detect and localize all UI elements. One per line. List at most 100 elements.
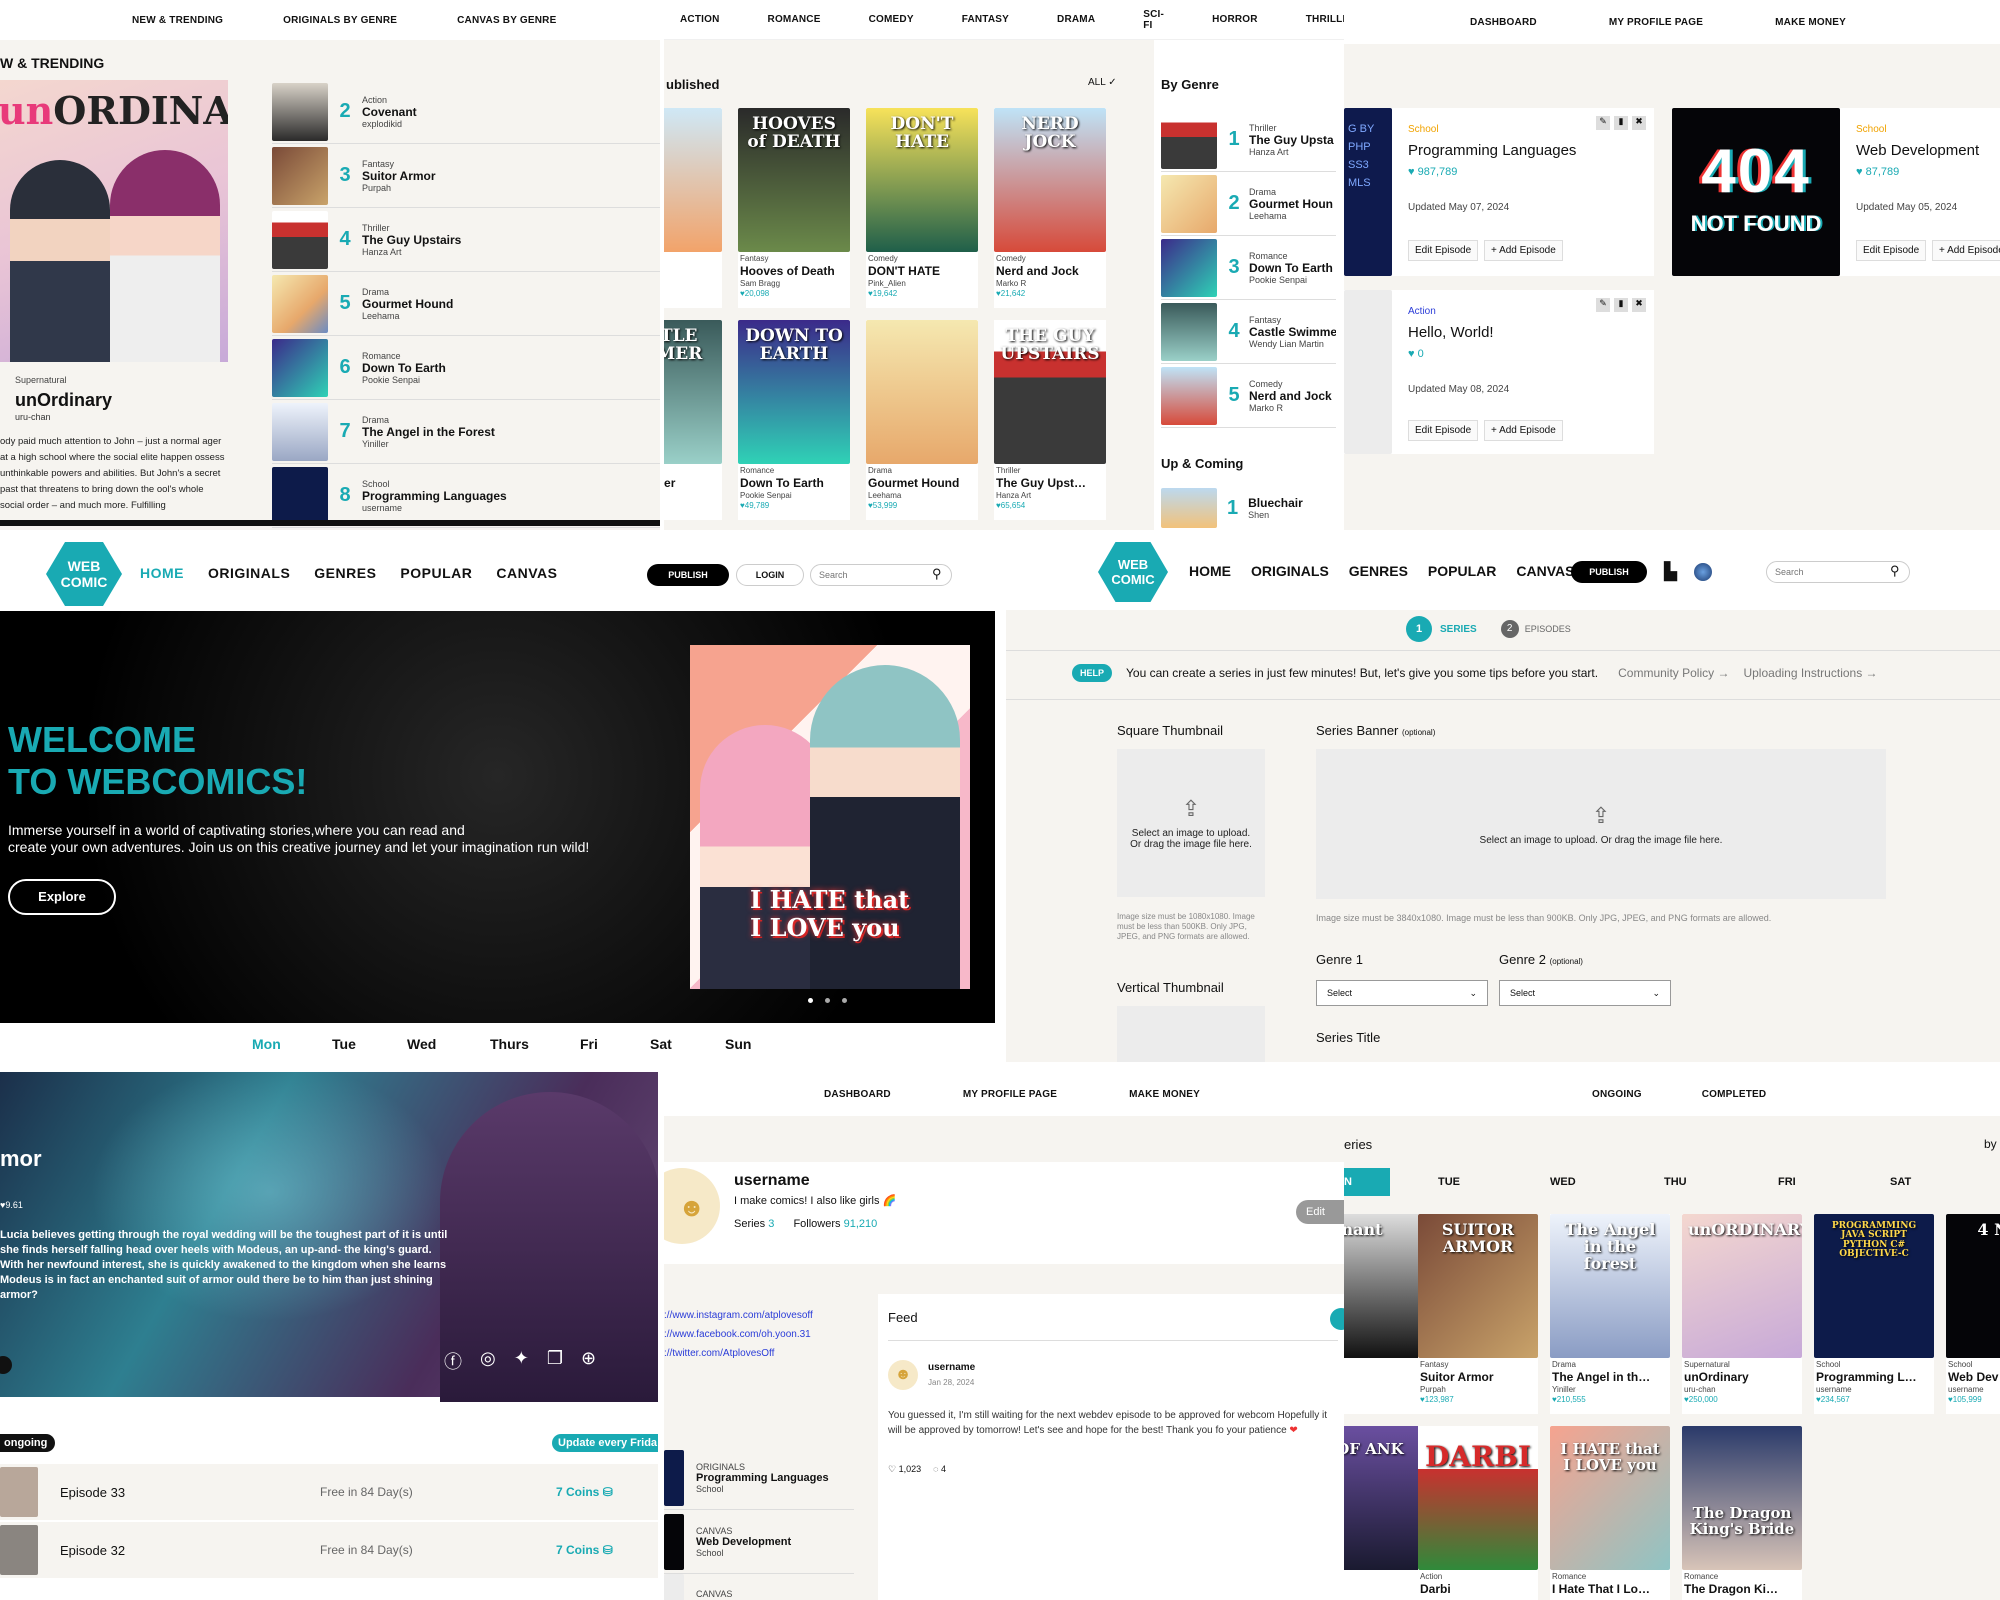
day-tab-sat[interactable]: Sat xyxy=(650,1036,672,1052)
step-episodes[interactable]: 2 EPISODES xyxy=(1500,620,1571,638)
delete-icon[interactable]: ✖ xyxy=(1632,116,1646,130)
genre-tab-romance[interactable]: ROMANCE xyxy=(768,14,821,25)
add-episode-button[interactable]: + Add Episode xyxy=(1484,420,1563,441)
uploading-instructions-link[interactable]: Uploading Instructions → xyxy=(1743,666,1877,680)
list-item[interactable]: 7 Drama The Angel in the Forest Yiniller xyxy=(272,400,660,464)
comic-card[interactable]: The Dragon King's Bride Romance The Dragon… xyxy=(1682,1426,1802,1600)
comic-card[interactable]: hair xyxy=(664,108,722,308)
list-item[interactable]: CANVAS xyxy=(664,1574,854,1600)
comic-card[interactable]: Y OF ANK lank xyxy=(1344,1426,1422,1600)
day-tab-fri[interactable]: Fri xyxy=(580,1036,598,1052)
nav-home[interactable]: HOME xyxy=(1189,563,1231,579)
avatar[interactable] xyxy=(1694,563,1712,581)
add-episode-button[interactable]: + Add Episode xyxy=(1484,240,1563,261)
stats-icon[interactable]: ▮ xyxy=(1614,116,1628,130)
nav-canvas[interactable]: CANVAS xyxy=(496,565,557,581)
list-item[interactable]: 6 Romance Down To Earth Pookie Senpai xyxy=(272,336,660,400)
explore-button[interactable]: Explore xyxy=(8,879,116,915)
list-item[interactable]: 3 Romance Down To Earth Pookie Senpai xyxy=(1161,236,1336,300)
carousel-dot[interactable] xyxy=(842,998,847,1003)
comic-card[interactable]: DARBI Action Darbi xyxy=(1418,1426,1538,1600)
list-item[interactable]: 8 School Programming Languages username xyxy=(272,464,660,528)
nav-home[interactable]: HOME xyxy=(140,565,184,581)
facebook-icon[interactable]: ⓕ xyxy=(444,1348,462,1374)
day-tab-thu[interactable]: THU xyxy=(1664,1176,1687,1188)
comic-card[interactable]: DOWN TO EARTH Romance Down To Earth Pookie … xyxy=(738,320,850,520)
day-tab-fri[interactable]: FRI xyxy=(1778,1176,1796,1188)
day-tab-tue[interactable]: Tue xyxy=(332,1036,356,1052)
list-item[interactable]: 5 Drama Gourmet Hound Leehama xyxy=(272,272,660,336)
carousel-prev-dot[interactable] xyxy=(0,1356,12,1374)
feed-new-button[interactable] xyxy=(1330,1308,1344,1330)
edit-episode-button[interactable]: Edit Episode xyxy=(1408,420,1479,441)
square-thumb-upload[interactable]: ⇪ Select an image to upload. Or drag the… xyxy=(1117,749,1265,897)
genre2-select[interactable]: Select ⌄ xyxy=(1499,980,1671,1006)
genre-tab-action[interactable]: ACTION xyxy=(680,14,720,25)
bottom-scrollbar[interactable] xyxy=(0,520,660,526)
edit-episode-button[interactable]: Edit Episode xyxy=(1856,240,1927,261)
genre-tab-thriller[interactable]: THRILLER xyxy=(1306,14,1344,25)
nav-genres[interactable]: GENRES xyxy=(314,565,376,581)
day-tab-sat[interactable]: SAT xyxy=(1890,1176,1911,1188)
comic-card[interactable]: The Angel in the forest Drama The Angel in… xyxy=(1550,1214,1670,1414)
list-item[interactable]: 4 Fantasy Castle Swimme Wendy Lian Martin xyxy=(1161,300,1336,364)
list-item[interactable]: 3 Fantasy Suitor Armor Purpah xyxy=(272,144,660,208)
genre1-select[interactable]: Select ⌄ xyxy=(1316,980,1488,1006)
like-button[interactable]: ♡ 1,023 xyxy=(888,1464,921,1475)
library-icon[interactable]: ▙ xyxy=(1664,562,1677,582)
series-title[interactable]: Web Development xyxy=(1856,142,1979,159)
site-logo[interactable]: WEB COMIC xyxy=(46,542,122,606)
series-thumb-programming[interactable]: G BY PHP SS3 MLS xyxy=(1344,108,1392,276)
day-tab-thu[interactable]: Thurs xyxy=(490,1036,529,1052)
vertical-thumb-upload[interactable] xyxy=(1117,1006,1265,1062)
nav-originals[interactable]: ORIGINALS xyxy=(208,565,290,581)
episode-coins[interactable]: 7 Coins ⛁ xyxy=(556,1485,613,1499)
day-tab-tue[interactable]: TUE xyxy=(1438,1176,1460,1188)
search-input[interactable] xyxy=(1766,561,1910,583)
episode-row[interactable]: Episode 32 Free in 84 Day(s) 7 Coins ⛁ xyxy=(0,1522,658,1580)
comic-card[interactable]: PROGRAMMING JAVA SCRIPT PYTHON C# OBJECT… xyxy=(1814,1214,1934,1414)
nav-popular[interactable]: POPULAR xyxy=(1428,563,1496,579)
site-logo[interactable]: WEB COMIC xyxy=(1098,542,1168,602)
carousel-dot[interactable] xyxy=(808,998,813,1003)
genre-tab-drama[interactable]: DRAMA xyxy=(1057,14,1095,25)
series-thumb-404[interactable]: 404 NOT FOUND xyxy=(1672,108,1840,276)
nav-popular[interactable]: POPULAR xyxy=(400,565,472,581)
day-tab-sun[interactable]: Sun xyxy=(725,1036,751,1052)
comic-card[interactable]: HOOVES of DEATH Fantasy Hooves of Death Sam… xyxy=(738,108,850,308)
nav-make-money[interactable]: MAKE MONEY xyxy=(1129,1089,1200,1100)
list-item[interactable]: 5 Comedy Nerd and Jock Marko R xyxy=(1161,364,1336,428)
comic-card[interactable]: nant t xyxy=(1344,1214,1422,1414)
comic-card[interactable]: unORDINARY Supernatural unOrdinary uru-chan… xyxy=(1682,1214,1802,1414)
publish-button[interactable]: PUBLISH xyxy=(647,564,729,586)
nav-canvas-by-genre[interactable]: CANVAS BY GENRE xyxy=(457,15,556,26)
search-icon[interactable]: ⚲ xyxy=(932,566,942,582)
series-title[interactable]: Programming Languages xyxy=(1408,142,1576,159)
genre-tab-scifi[interactable]: SCI-FI xyxy=(1143,9,1164,31)
nav-my-profile[interactable]: MY PROFILE PAGE xyxy=(963,1089,1057,1100)
genre-tab-comedy[interactable]: COMEDY xyxy=(869,14,914,25)
stats-icon[interactable]: ▮ xyxy=(1614,298,1628,312)
episode-coins[interactable]: 7 Coins ⛁ xyxy=(556,1543,613,1557)
edit-icon[interactable]: ✎ xyxy=(1596,298,1610,312)
nav-originals-by-genre[interactable]: ORIGINALS BY GENRE xyxy=(283,15,397,26)
twitter-link[interactable]: ://twitter.com/AtplovesOff xyxy=(664,1344,813,1363)
comic-card[interactable]: THE GUY UPSTAIRS Thriller The Guy Upst… Han… xyxy=(994,320,1106,520)
nav-completed[interactable]: COMPLETED xyxy=(1702,1089,1767,1100)
list-item[interactable]: 2 Drama Gourmet Houn Leehama xyxy=(1161,172,1336,236)
publish-button[interactable]: PUBLISH xyxy=(1571,561,1647,583)
hero-cover[interactable]: I HATE that I LOVE you xyxy=(690,645,970,989)
list-item[interactable]: 1 Bluechair Shen xyxy=(1161,488,1303,528)
list-item[interactable]: 4 Thriller The Guy Upstairs Hanza Art xyxy=(272,208,660,272)
list-item[interactable]: 2 Action Covenant explodikid xyxy=(272,80,660,144)
search-input[interactable] xyxy=(810,564,952,586)
filter-all[interactable]: ALL ✓ xyxy=(1088,77,1117,88)
comment-button[interactable]: ◌ 4 xyxy=(933,1464,946,1475)
login-button[interactable]: LOGIN xyxy=(736,564,804,586)
edit-icon[interactable]: ✎ xyxy=(1596,116,1610,130)
edit-profile-button[interactable]: Edit xyxy=(1296,1200,1344,1224)
comic-card[interactable]: I HATE that I LOVE you Romance I Hate That… xyxy=(1550,1426,1670,1600)
comic-card[interactable]: ASTLE IMMERe Swimmerian Martin xyxy=(664,320,722,520)
comic-card[interactable]: SUITOR ARMOR Fantasy Suitor Armor Purpah ♥12… xyxy=(1418,1214,1538,1414)
series-title[interactable]: Hello, World! xyxy=(1408,324,1494,341)
